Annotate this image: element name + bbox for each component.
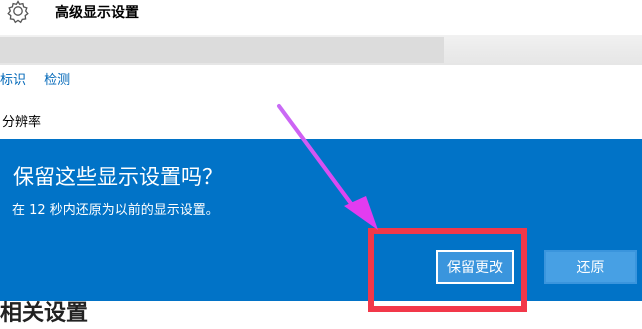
annotation-arrow-icon bbox=[277, 104, 378, 230]
